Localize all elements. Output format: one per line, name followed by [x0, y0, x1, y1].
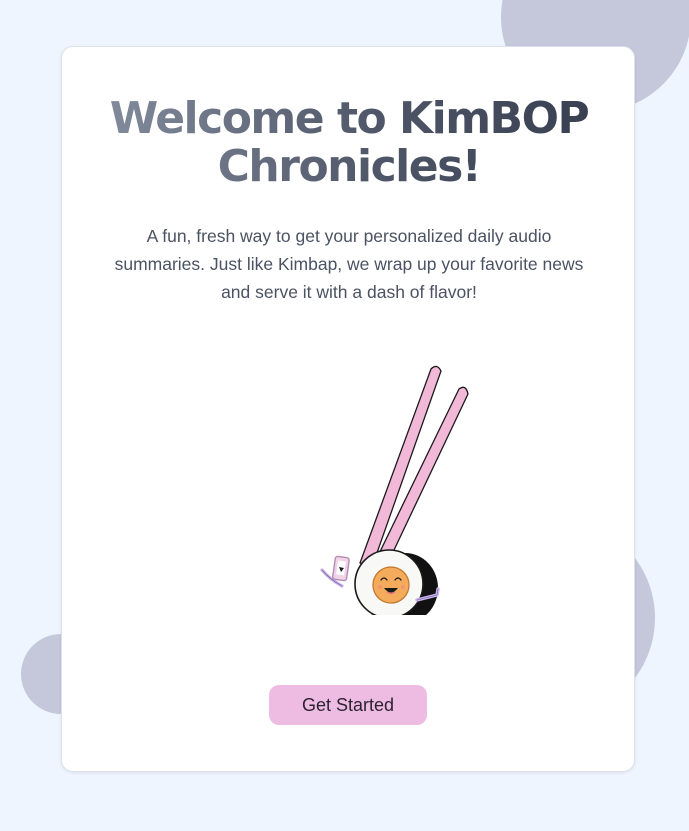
get-started-button[interactable]: Get Started	[269, 685, 427, 725]
intro-description: A fun, fresh way to get your personalize…	[114, 226, 584, 302]
welcome-card: Welcome to KimBOP Chronicles! A fun, fre…	[61, 46, 635, 772]
page-title: Welcome to KimBOP Chronicles!	[62, 95, 636, 191]
kimbap-mascot-icon	[320, 365, 469, 615]
